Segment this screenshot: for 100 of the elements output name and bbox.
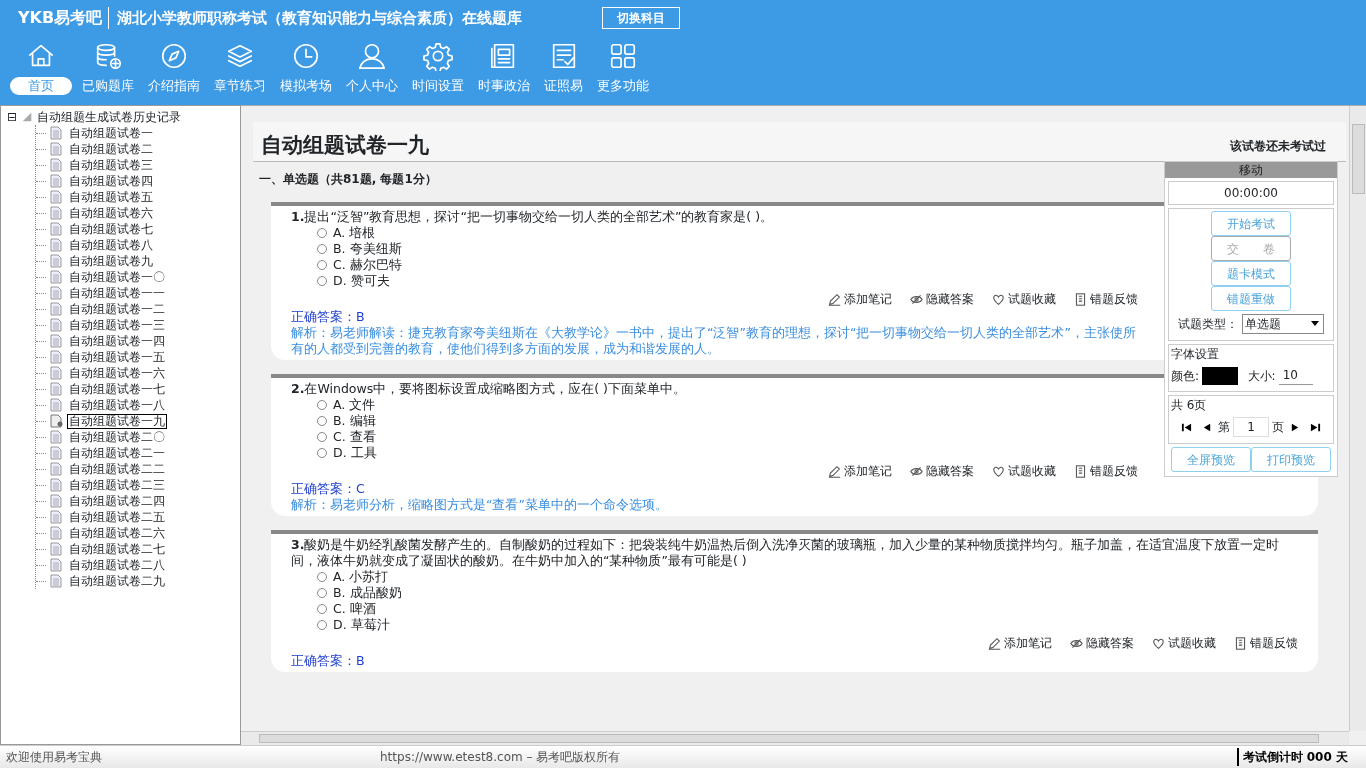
page-field[interactable]: 1	[1233, 417, 1269, 438]
tree-item[interactable]: 自动组题试卷二九	[67, 573, 167, 589]
document-icon	[50, 414, 64, 428]
first-page-icon	[1180, 421, 1192, 433]
book-icon	[1234, 636, 1247, 650]
tree-item[interactable]: 自动组题试卷七	[67, 221, 155, 237]
option-text[interactable]: C. 啤酒	[333, 601, 376, 617]
action-link[interactable]: 隐藏答案	[1086, 635, 1134, 651]
tree-item[interactable]: 自动组题试卷一六	[67, 365, 167, 381]
vertical-scrollbar[interactable]	[1349, 106, 1366, 731]
document-icon	[50, 126, 64, 140]
logo: YKB易考吧	[18, 7, 103, 29]
option-text[interactable]: D. 工具	[333, 445, 377, 461]
option-text[interactable]: A. 培根	[333, 225, 376, 241]
tree-item[interactable]: 自动组题试卷六	[67, 205, 155, 221]
tree-item[interactable]: 自动组题试卷二四	[67, 493, 167, 509]
tree-item[interactable]: 自动组题试卷二二	[67, 461, 167, 477]
tree-item[interactable]: 自动组题试卷一九	[67, 413, 167, 429]
eye-icon	[910, 464, 923, 478]
document-icon	[50, 334, 64, 348]
option-text[interactable]: C. 赫尔巴特	[333, 257, 402, 273]
size-label: 大小:	[1247, 367, 1276, 385]
group-legend: 共 6页	[1171, 396, 1331, 415]
document-icon	[50, 350, 64, 364]
document-icon	[50, 238, 64, 252]
tree-item[interactable]: 自动组题试卷二六	[67, 525, 167, 541]
pencil-icon	[828, 464, 841, 478]
tree-item[interactable]: 自动组题试卷二	[67, 141, 155, 157]
color-swatch[interactable]	[1202, 366, 1239, 385]
option-text[interactable]: A. 小苏打	[333, 569, 389, 585]
tree-item[interactable]: 自动组题试卷二三	[67, 477, 167, 493]
document-icon	[50, 190, 64, 204]
option-text[interactable]: A. 文件	[333, 397, 376, 413]
option-text[interactable]: B. 编辑	[333, 413, 376, 429]
tree-item[interactable]: 自动组题试卷一七	[67, 381, 167, 397]
tree-item[interactable]: 自动组题试卷一五	[67, 349, 167, 365]
action-link[interactable]: 隐藏答案	[926, 291, 974, 307]
document-icon	[50, 478, 64, 492]
tree-item[interactable]: 自动组题试卷二七	[67, 541, 167, 557]
tree-item[interactable]: 自动组题试卷三	[67, 157, 155, 173]
action-link[interactable]: 错题反馈	[1090, 463, 1138, 479]
tree-item[interactable]: 自动组题试卷一一	[67, 285, 167, 301]
page-suffix: 页	[1272, 419, 1285, 437]
action-link[interactable]: 错题反馈	[1090, 291, 1138, 307]
tree-expander[interactable]: ⊟	[7, 108, 18, 126]
option-text[interactable]: B. 成品酸奶	[333, 585, 402, 601]
option-text[interactable]: C. 查看	[333, 429, 376, 445]
tree-item[interactable]: 自动组题试卷一三	[67, 317, 167, 333]
document-icon	[50, 286, 64, 300]
action-link[interactable]: 隐藏答案	[926, 463, 974, 479]
tree-item[interactable]: 自动组题试卷一八	[67, 397, 167, 413]
timer: 00:00:00	[1168, 181, 1334, 205]
tree-item[interactable]: 自动组题试卷八	[67, 237, 155, 253]
correct-answer: 正确答案：C	[291, 481, 366, 497]
tree-item[interactable]: 自动组题试卷一四	[67, 333, 167, 349]
tree-item[interactable]: 自动组题试卷二五	[67, 509, 167, 525]
document-icon	[50, 526, 64, 540]
tree-item[interactable]: 自动组题试卷九	[67, 253, 155, 269]
document-icon	[50, 222, 64, 236]
tree-item[interactable]: 自动组题试卷二一	[67, 445, 167, 461]
option-text[interactable]: D. 草莓汁	[333, 617, 390, 633]
tree-item[interactable]: 自动组题试卷五	[67, 189, 155, 205]
tree-item[interactable]: 自动组题试卷一	[67, 125, 155, 141]
action-link[interactable]: 试题收藏	[1168, 635, 1216, 651]
action-link[interactable]: 添加笔记	[844, 463, 892, 479]
tree-item[interactable]: 自动组题试卷二八	[67, 557, 167, 573]
document-icon	[50, 142, 64, 156]
action-link[interactable]: 添加笔记	[1004, 635, 1052, 651]
tree-root-label[interactable]: 自动组题生成试卷历史记录	[37, 108, 182, 126]
heart-icon	[992, 292, 1005, 306]
section-heading: 一、单选题（共81题, 每题1分）	[258, 171, 437, 188]
tree-item[interactable]: 自动组题试卷四	[67, 173, 155, 189]
type-label: 试题类型：	[1178, 316, 1239, 334]
action-link[interactable]: 试题收藏	[1008, 291, 1056, 307]
tree-item[interactable]: 自动组题试卷一〇	[67, 269, 167, 285]
tree-item[interactable]: 自动组题试卷一二	[67, 301, 167, 317]
person-icon	[357, 41, 387, 71]
correct-answer: 正确答案：B	[291, 653, 366, 669]
book-icon	[1074, 292, 1087, 306]
tree-item[interactable]: 自动组题试卷二〇	[67, 429, 167, 445]
horizontal-scrollbar[interactable]	[241, 731, 1349, 745]
action-link[interactable]: 错题反馈	[1250, 635, 1298, 651]
option-text[interactable]: D. 赞可夫	[333, 273, 390, 289]
grid-icon	[608, 41, 638, 71]
document-icon	[50, 254, 64, 268]
panel-title-bar[interactable]: 移动	[1165, 162, 1337, 178]
paper-title: 自动组题试卷一九	[260, 131, 429, 159]
option-text[interactable]: B. 夸美纽斯	[333, 241, 402, 257]
size-field[interactable]: 10	[1278, 366, 1313, 386]
action-link[interactable]: 添加笔记	[844, 291, 892, 307]
document-icon	[50, 446, 64, 460]
document-icon	[50, 494, 64, 508]
welcome-text: 欢迎使用易考宝典	[5, 749, 104, 766]
action-link[interactable]: 试题收藏	[1008, 463, 1056, 479]
pencil-icon	[988, 636, 1001, 650]
gear-icon	[423, 41, 453, 71]
document-icon	[50, 270, 64, 284]
document-icon	[50, 318, 64, 332]
question-type-dropdown[interactable]: 单选题	[1241, 314, 1324, 335]
question-text: 1.提出“泛智”教育思想，探讨“把一切事物交给一切人类的全部艺术”的教育家是( )。	[291, 209, 775, 225]
